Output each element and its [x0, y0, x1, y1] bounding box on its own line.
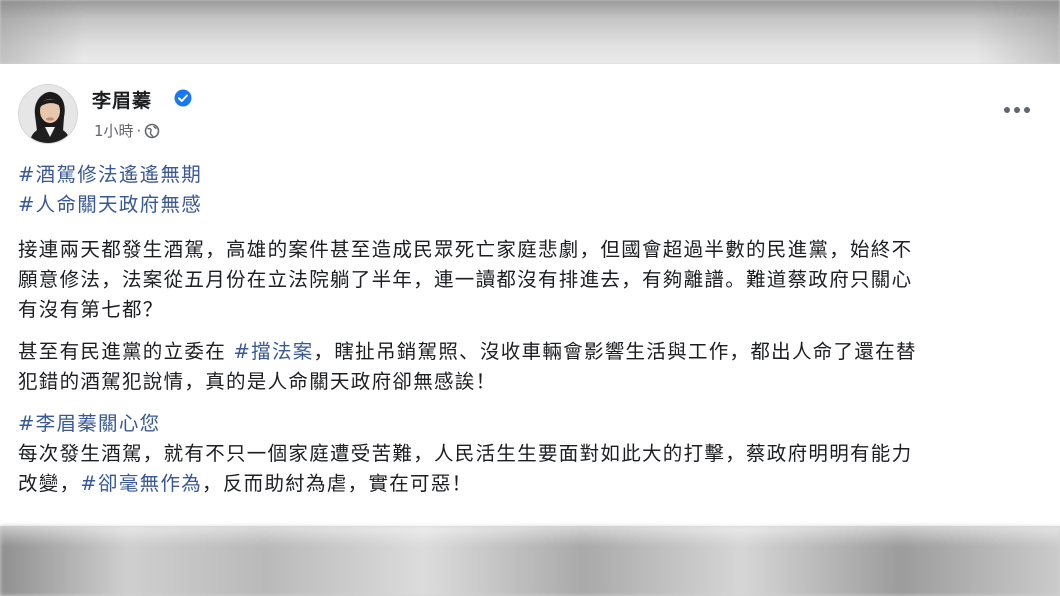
- paragraph-3-line-2: 改變，#卻毫無作為，反而助紂為虐，實在可惡！: [18, 469, 1048, 499]
- paragraph-1-line-1: 接連兩天都發生酒駕，高雄的案件甚至造成民眾死亡家庭悲劇，但國會超過半數的民進黨，…: [18, 238, 913, 261]
- paragraph-3-text: ，反而助紂為虐，實在可惡！: [202, 472, 473, 495]
- hashtag-link[interactable]: #人命關天政府無感: [18, 193, 202, 216]
- hashtag-link[interactable]: #卻毫無作為: [80, 472, 202, 495]
- paragraph-2-text: ，瞎扯吊銷駕照、沒收車輛會影響生活與工作，都出人命了還在替: [313, 340, 917, 363]
- verified-badge-icon: [174, 89, 192, 107]
- paragraph-2-text: 甚至有民進黨的立委在: [18, 340, 234, 363]
- more-dot: [1014, 107, 1020, 113]
- hashtag-link[interactable]: #李眉蓁關心您: [18, 412, 160, 435]
- hashtag-link[interactable]: #酒駕修法遙遙無期: [18, 163, 202, 186]
- blurred-background-bottom: [0, 526, 1060, 596]
- paragraph-3-text: 改變，: [18, 472, 81, 495]
- post-timestamp[interactable]: 1小時: [94, 120, 134, 141]
- more-dot: [1004, 107, 1010, 113]
- blurred-background-top: [0, 0, 1060, 64]
- paragraph-2-line-1: 甚至有民進黨的立委在 #擋法案，瞎扯吊銷駕照、沒收車輛會影響生活與工作，都出人命…: [18, 337, 1048, 367]
- paragraph-2-line-2: 犯錯的酒駕犯說情，真的是人命關天政府卻無感誒！: [18, 370, 497, 393]
- post-body: #酒駕修法遙遙無期 #人命關天政府無感 接連兩天都發生酒駕，高雄的案件甚至造成民…: [18, 160, 1048, 499]
- post-meta: 1小時 ·: [94, 120, 160, 141]
- author-avatar[interactable]: [18, 84, 78, 144]
- author-name[interactable]: 李眉蓁: [92, 86, 152, 113]
- paragraph-1-line-2: 願意修法，法案從五月份在立法院躺了半年，連一讀都沒有排進去，有夠離譜。難道蔡政府…: [18, 268, 913, 291]
- more-options-icon[interactable]: [1000, 100, 1034, 120]
- facebook-post-card: 李眉蓁 1小時 · #酒駕修法遙遙無期 #人命關天政府無感 接連兩天都發生酒駕，…: [0, 64, 1060, 526]
- avatar-portrait-image: [19, 85, 77, 143]
- paragraph-3-line-1: 每次發生酒駕，就有不只一個家庭遭受苦難，人民活生生要面對如此大的打擊，蔡政府明明…: [18, 442, 913, 465]
- meta-separator: ·: [136, 121, 142, 140]
- paragraph-1-line-3: 有沒有第七都？: [18, 298, 164, 321]
- hashtag-link[interactable]: #擋法案: [234, 340, 314, 363]
- more-dot: [1024, 107, 1030, 113]
- globe-icon[interactable]: [144, 123, 160, 139]
